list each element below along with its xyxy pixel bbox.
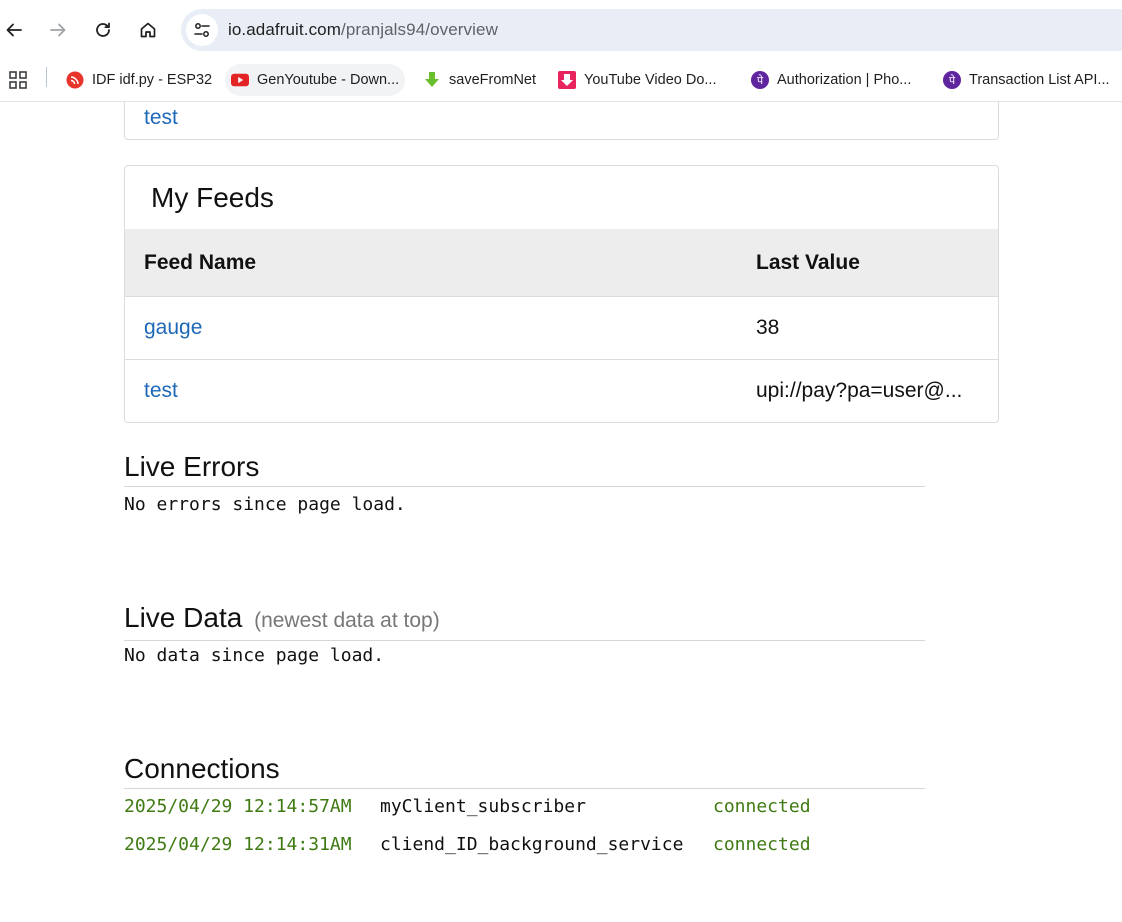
back-button[interactable] <box>0 12 32 48</box>
dashboard-link-test[interactable]: test <box>144 106 178 130</box>
feed-last-value: upi://pay?pa=user@... <box>756 379 963 402</box>
bookmarks-bar: IDF idf.py - ESP32 GenYoutube - Down... … <box>0 60 1122 102</box>
bookmark-authorization[interactable]: पे Authorization | Pho... <box>751 64 911 96</box>
phonepe-icon: पे <box>751 71 769 89</box>
bookmark-transaction-list[interactable]: पे Transaction List API... <box>943 64 1110 96</box>
bookmark-label: Transaction List API... <box>969 72 1110 88</box>
live-data-title: Live Data <box>124 602 243 633</box>
connection-client-id: cliend_ID_background_service <box>380 834 684 855</box>
live-data-subtitle: (newest data at top) <box>254 609 440 632</box>
bookmark-label: IDF idf.py - ESP32 <box>92 72 213 88</box>
bookmark-label: Authorization | Pho... <box>777 72 912 88</box>
connection-status: connected <box>713 834 811 855</box>
live-errors-message: No errors since page load. <box>124 494 406 515</box>
espressif-icon <box>66 71 84 89</box>
forward-arrow-icon <box>50 23 66 37</box>
bookmarks-divider <box>46 67 47 87</box>
feed-link-gauge[interactable]: gauge <box>144 316 202 339</box>
reload-button[interactable] <box>85 12 121 48</box>
url-text[interactable]: io.adafruit.com/pranjals94/overview <box>228 20 498 40</box>
bookmark-label: YouTube Video Do... <box>584 72 717 88</box>
youtube-icon <box>231 71 249 89</box>
table-row: test upi://pay?pa=user@... <box>125 360 998 423</box>
connection-timestamp: 2025/04/29 12:14:57AM <box>124 796 352 817</box>
bookmark-youtube-video-download[interactable]: YouTube Video Do... <box>558 64 716 96</box>
live-errors-title: Live Errors <box>124 451 260 482</box>
bookmark-label: GenYoutube - Down... <box>257 72 400 88</box>
my-feeds-panel: My Feeds Feed Name Last Value gauge 38 t… <box>124 165 999 423</box>
feeds-title: My Feeds <box>151 182 274 213</box>
live-data-message: No data since page load. <box>124 645 385 666</box>
tune-icon <box>194 23 210 37</box>
back-arrow-icon <box>6 23 22 37</box>
feed-link-test[interactable]: test <box>144 379 178 402</box>
svg-text:पे: पे <box>949 74 956 87</box>
bookmark-genyoutube[interactable]: GenYoutube - Down... <box>225 64 406 96</box>
home-button[interactable] <box>130 12 166 48</box>
live-data-heading: Live Data (newest data at top) <box>124 601 925 641</box>
bookmark-label: saveFromNet <box>449 72 537 88</box>
feeds-table: Feed Name Last Value gauge 38 test upi:/… <box>125 229 998 422</box>
column-header-last-value: Last Value <box>737 229 998 297</box>
apps-button[interactable] <box>8 64 28 96</box>
column-header-feed-name: Feed Name <box>125 229 737 297</box>
connections-title: Connections <box>124 753 280 784</box>
phonepe-icon: पे <box>943 71 961 89</box>
svg-text:पे: पे <box>757 74 764 87</box>
feed-last-value: 38 <box>737 296 998 360</box>
video-download-icon <box>558 71 576 89</box>
bookmark-idf[interactable]: IDF idf.py - ESP32 <box>66 64 212 96</box>
address-bar[interactable]: io.adafruit.com/pranjals94/overview <box>181 9 1122 51</box>
live-errors-heading: Live Errors <box>124 450 925 487</box>
connection-client-id: myClient_subscriber <box>380 796 586 817</box>
site-info-button[interactable] <box>186 14 218 46</box>
home-icon <box>140 22 156 38</box>
reload-icon <box>96 22 110 37</box>
forward-button[interactable] <box>40 12 76 48</box>
table-row: gauge 38 <box>125 296 998 360</box>
table-header-row: Feed Name Last Value <box>125 229 998 297</box>
bookmark-savefromnet[interactable]: saveFromNet <box>423 64 536 96</box>
url-path: /pranjals94/overview <box>341 20 498 39</box>
connections-heading: Connections <box>124 752 925 789</box>
connection-status: connected <box>713 796 811 817</box>
previous-panel: test <box>124 102 999 140</box>
url-host: io.adafruit.com <box>228 20 341 39</box>
browser-toolbar: io.adafruit.com/pranjals94/overview <box>0 0 1122 60</box>
page-content: test My Feeds Feed Name Last Value gauge… <box>0 102 1122 922</box>
connection-timestamp: 2025/04/29 12:14:31AM <box>124 834 352 855</box>
download-arrow-icon <box>423 71 441 89</box>
apps-grid-icon <box>9 71 27 89</box>
